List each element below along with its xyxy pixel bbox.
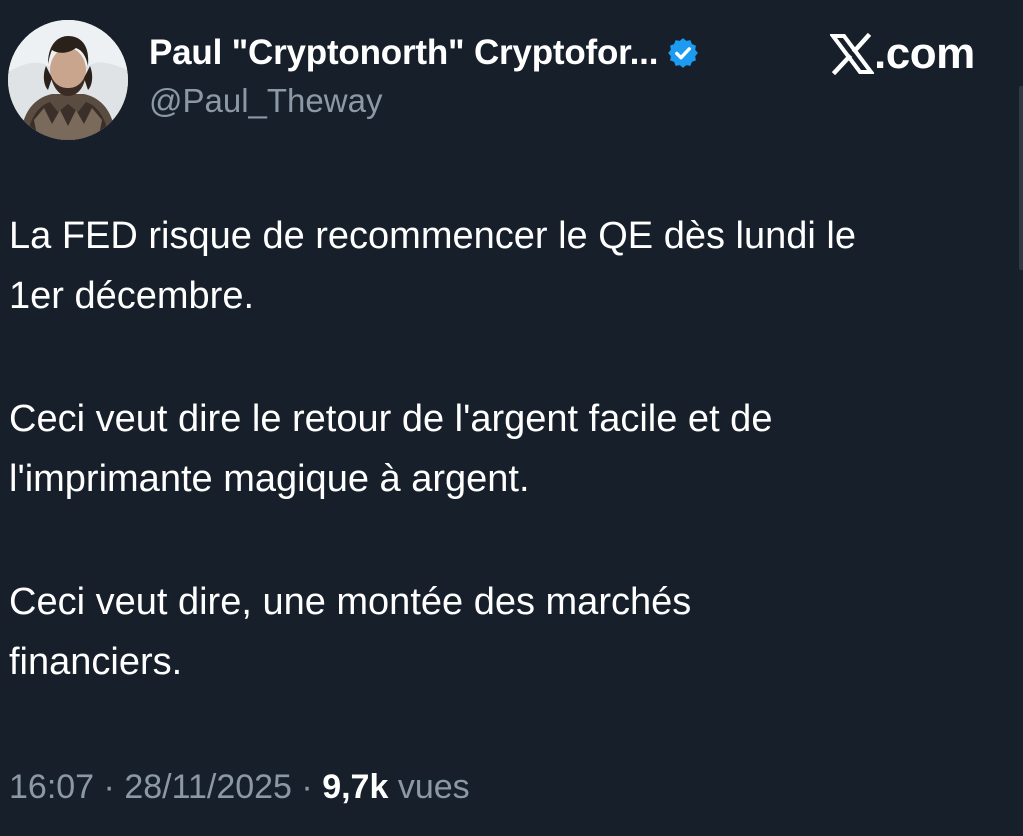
- views-count[interactable]: 9,7k: [322, 768, 388, 806]
- meta-separator: ·: [291, 768, 323, 806]
- author-name-row[interactable]: Paul "Cryptonorth" Cryptofor...: [149, 30, 700, 76]
- edge-divider: [1019, 86, 1023, 270]
- post-paragraph: Ceci veut dire le retour de l'argent fac…: [9, 398, 773, 500]
- post-meta: 16:07 · 28/11/2025 · 9,7k vues: [9, 768, 470, 807]
- author-avatar[interactable]: [8, 20, 128, 140]
- author-handle[interactable]: @Paul_Theway: [149, 82, 382, 120]
- post-paragraph: Ceci veut dire, une montée des marchés f…: [9, 581, 692, 683]
- author-display-name[interactable]: Paul "Cryptonorth" Cryptofor...: [149, 33, 658, 73]
- post-card: Paul "Cryptonorth" Cryptofor... @Paul_Th…: [0, 0, 1023, 836]
- post-date[interactable]: 28/11/2025: [124, 768, 292, 806]
- post-paragraph: La FED risque de recommencer le QE dès l…: [9, 215, 856, 317]
- brand-watermark: .com: [830, 28, 975, 80]
- meta-separator: ·: [94, 768, 125, 806]
- views-label: vues: [397, 768, 470, 806]
- avatar-icon: [8, 20, 128, 140]
- post-text: La FED risque de recommencer le QE dès l…: [9, 206, 1014, 692]
- verified-badge-icon[interactable]: [666, 36, 700, 70]
- x-logo-icon: [830, 33, 874, 75]
- brand-suffix: .com: [874, 29, 975, 78]
- post-time[interactable]: 16:07: [9, 768, 94, 806]
